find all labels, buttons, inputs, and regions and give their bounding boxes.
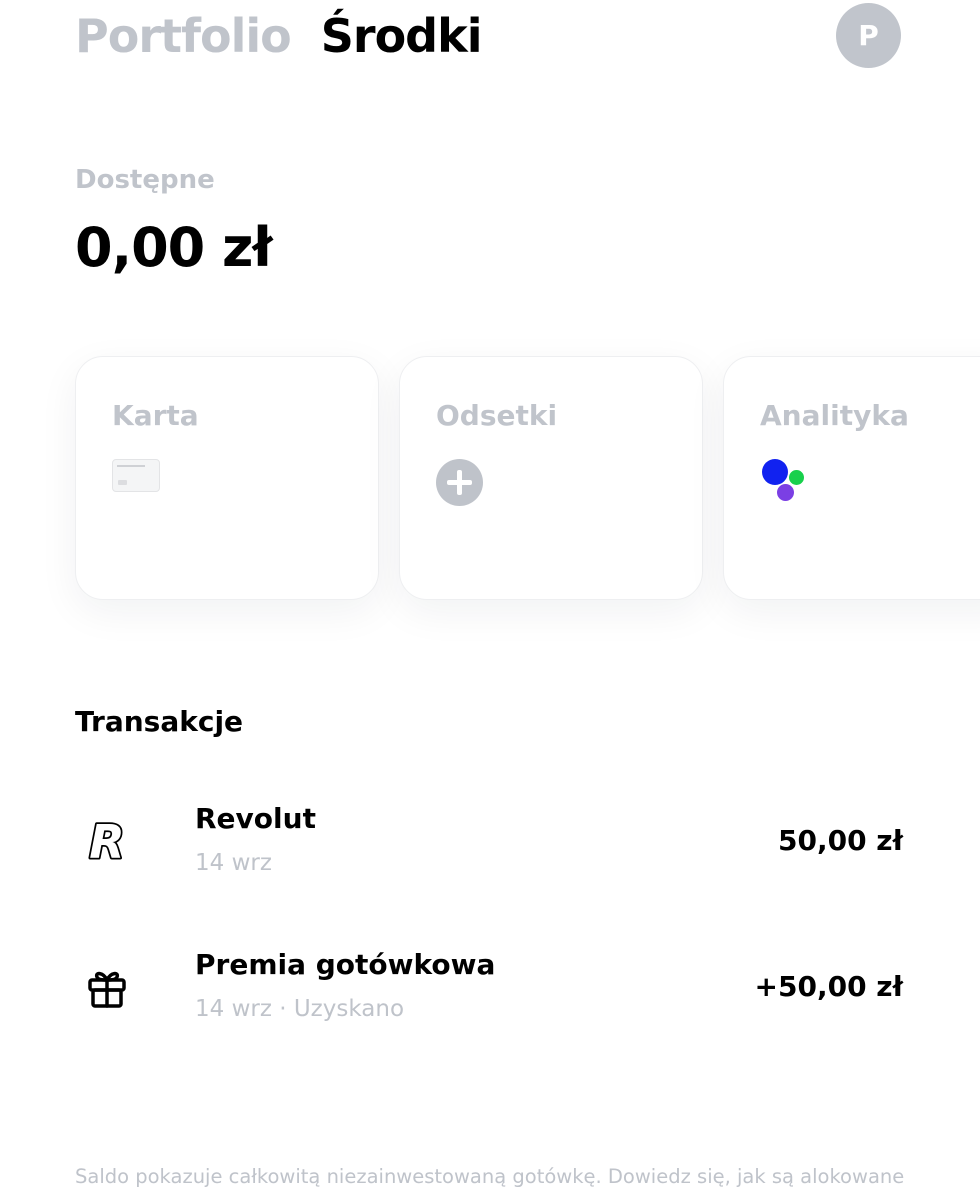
transaction-date: 14 wrz: [195, 850, 272, 876]
transaction-date: 14 wrz · Uzyskano: [195, 996, 405, 1022]
balance-label: Dostępne: [75, 165, 215, 195]
purple-dot-icon: [777, 484, 794, 501]
colored-dots-icon: [760, 459, 810, 509]
transaction-amount: +50,00 zł: [754, 970, 903, 1003]
gift-icon: [83, 964, 131, 1012]
green-dot-icon: [789, 470, 804, 485]
transaction-row[interactable]: Premia gotówkowa 14 wrz · Uzyskano +50,0…: [75, 948, 905, 1048]
svg-text:R: R: [89, 818, 124, 866]
tab-srodki[interactable]: Środki: [321, 9, 483, 63]
tab-portfolio[interactable]: Portfolio: [75, 9, 292, 63]
transaction-name: Premia gotówkowa: [195, 948, 496, 981]
card-odsetki[interactable]: Odsetki: [399, 356, 703, 600]
card-title: Odsetki: [436, 399, 558, 432]
transaction-row[interactable]: R Revolut 14 wrz 50,00 zł: [75, 802, 905, 902]
credit-card-icon: [112, 459, 160, 492]
card-title: Karta: [112, 399, 199, 432]
card-analityka[interactable]: Analityka: [723, 356, 980, 600]
card-karta[interactable]: Karta: [75, 356, 379, 600]
transaction-amount: 50,00 zł: [777, 824, 903, 857]
avatar[interactable]: P: [836, 3, 901, 68]
top-tabs: Portfolio Środki: [75, 5, 483, 67]
plus-circle-icon: [436, 459, 483, 506]
transaction-name: Revolut: [195, 802, 316, 835]
footer-note: Saldo pokazuje całkowitą niezainwestowan…: [75, 1165, 905, 1188]
avatar-initial: P: [858, 19, 879, 52]
feature-cards: Karta Odsetki Analityka: [75, 356, 980, 616]
card-title: Analityka: [760, 399, 909, 432]
transactions-title: Transakcje: [75, 705, 244, 738]
revolut-logo-icon: R: [83, 813, 131, 871]
blue-dot-icon: [762, 459, 788, 485]
balance-value: 0,00 zł: [75, 216, 273, 279]
